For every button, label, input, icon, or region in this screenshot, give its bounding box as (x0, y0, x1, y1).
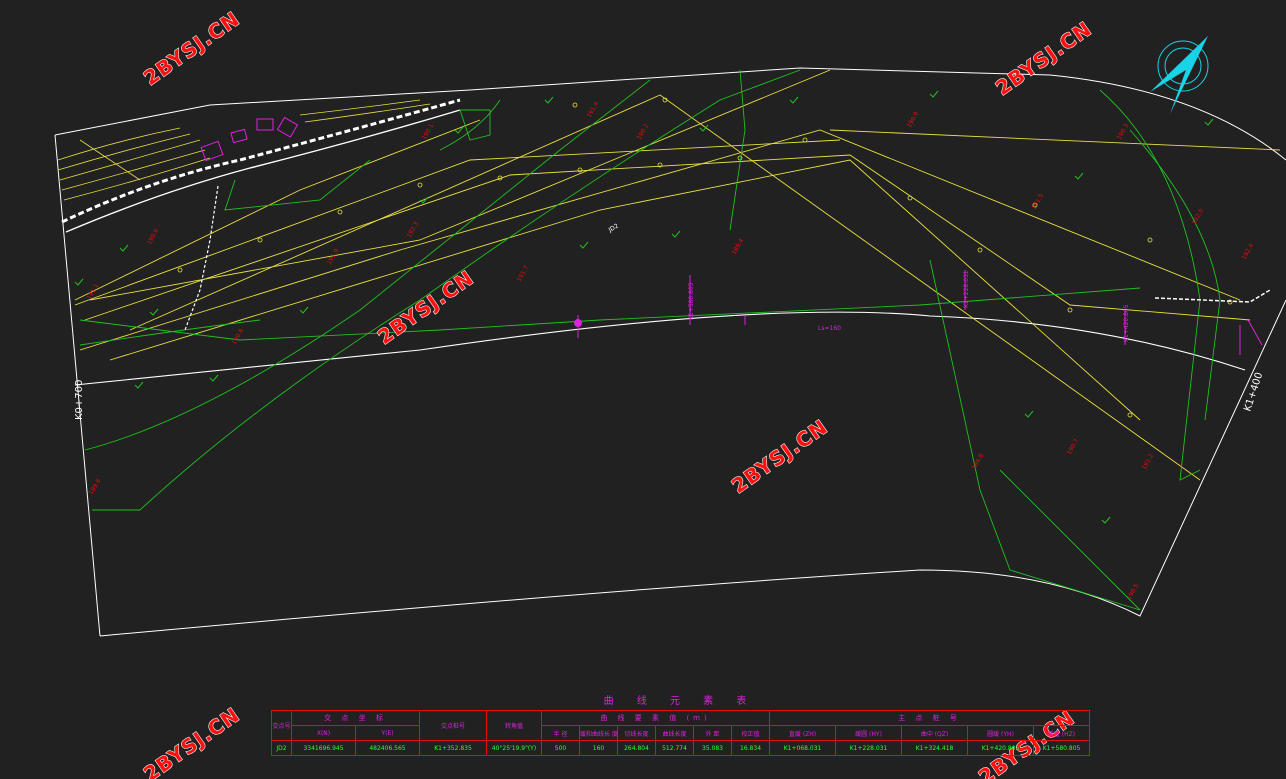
elevation-mark: 191.4 (586, 100, 601, 119)
elevation-mark: 192.0 (1191, 207, 1206, 226)
existing-road-edge (61, 98, 461, 224)
elevation-mark: 189.6 (88, 477, 103, 496)
terrain-lines (79, 69, 1221, 611)
th-correction: 校正值 (730, 725, 771, 741)
th-points: 主 点 桩 号 (769, 710, 1091, 726)
th-y: Y(E) (355, 725, 420, 741)
jd-label: JD2 (607, 222, 620, 234)
elevation-mark: 190.5 (1126, 582, 1141, 601)
td-external: 35.083 (693, 740, 732, 756)
hy-label: K1+228.031 (963, 270, 970, 308)
elevation-mark: 190.7 (1066, 437, 1081, 456)
end-station-label: K1+400 (1242, 371, 1265, 413)
elevation-mark: 190.6 (146, 227, 161, 246)
th-coord: 交 点 坐 标 (291, 710, 420, 726)
table-title: 曲 线 元 素 表 (603, 696, 757, 707)
road-centerline (74, 311, 1246, 386)
watermark-4: 2BYSJ.CN (727, 415, 832, 499)
table-row: JD2 3341696.945 482406.565 K1+352.835 40… (271, 740, 1091, 756)
hz-label: K1+580.805 (688, 282, 695, 320)
elevation-mark: 191.5 (1031, 192, 1046, 211)
elevation-mark: 191.2 (1141, 452, 1156, 471)
td-radius: 500 (541, 740, 580, 756)
watermark-5: 2BYSJ.CN (139, 703, 244, 779)
start-station-label: K0+700 (74, 380, 85, 420)
elevation-mark: 190.8 (231, 327, 246, 346)
building-outlines (200, 116, 299, 162)
curve-table-grid: 交点号 交 点 坐 标 交点桩号 转角值 曲 线 要 素 值 (m) 主 点 桩… (271, 710, 1091, 756)
th-hy: 缓圆 (HY) (835, 725, 903, 741)
elevation-mark: 192.3 (406, 220, 421, 239)
watermark-1: 2BYSJ.CN (139, 7, 244, 91)
th-x: X(N) (291, 725, 356, 741)
th-yh: 圆缓 (YH) (967, 725, 1035, 741)
td-yh: K1+420.805 (967, 740, 1035, 756)
elevation-marks: 190.6191.1190.8192.3191.7190.2189.4190.9… (86, 100, 1256, 601)
existing-road-edge-2 (65, 109, 461, 233)
elevation-mark: 190.9 (906, 110, 921, 129)
elevation-mark: 192.4 (1241, 242, 1256, 261)
th-external: 外 距 (693, 725, 732, 741)
contour-cluster (57, 99, 431, 201)
td-qz: K1+324.418 (901, 740, 969, 756)
survey-lines (74, 69, 1281, 481)
td-x: 3341696.945 (291, 740, 356, 756)
td-curve-len: 512.774 (655, 740, 694, 756)
elevation-mark: 191.7 (516, 264, 531, 283)
watermark-3: 2BYSJ.CN (373, 266, 478, 350)
th-ls: 缓和曲线长 度 (579, 725, 618, 741)
th-hz: 缓直 (HZ) (1033, 725, 1091, 741)
th-elements: 曲 线 要 素 值 (m) (540, 710, 771, 726)
td-zh: K1+068.031 (769, 740, 837, 756)
elevation-mark: 190.2 (636, 122, 651, 141)
th-curve-len: 曲线长度 (655, 725, 694, 741)
elevation-mark: 190.3 (1116, 122, 1131, 141)
th-jd-no: 交点号 (271, 710, 292, 741)
elevation-mark: 191.9 (326, 247, 341, 266)
th-tangent: 切线长度 (617, 725, 656, 741)
curve-element-table: 曲 线 元 素 表 交点号 交 点 坐 标 交点桩号 转角值 曲 线 要 素 值… (271, 694, 1091, 756)
watermark-2: 2BYSJ.CN (991, 17, 1096, 101)
td-jd: JD2 (271, 740, 292, 756)
td-tangent: 264.804 (617, 740, 656, 756)
drawing-canvas: K1+580.805 K1+228.031 K1+420.805 Ls=160 … (54, 6, 1286, 779)
td-y: 482406.565 (355, 740, 420, 756)
th-radius: 半 径 (541, 725, 580, 741)
vegetation-marks (74, 90, 1214, 524)
yh-label: K1+420.805 (1123, 304, 1130, 342)
td-correction: 16.834 (730, 740, 771, 756)
survey-boundary (54, 67, 1286, 637)
th-station: 交点桩号 (419, 710, 487, 741)
ls-label: Ls=160 (818, 325, 841, 332)
th-zh: 直缓 (ZH) (769, 725, 837, 741)
white-edge-right (1154, 289, 1271, 303)
td-hy: K1+228.031 (835, 740, 903, 756)
table-header-row: 交点号 交 点 坐 标 交点桩号 转角值 曲 线 要 素 值 (m) 主 点 桩… (271, 710, 1091, 741)
table-subheader-row: X(N) Y(E) 半 径 缓和曲线长 度 切线长度 曲线长度 外 距 校正值 … (272, 725, 1091, 741)
td-hz: K1+580.805 (1033, 740, 1091, 756)
td-station: K1+352.835 (419, 740, 487, 756)
td-deflection: 40°25'19.9"(Y) (486, 740, 542, 756)
th-deflection: 转角值 (486, 710, 542, 741)
elevation-mark: 189.4 (731, 237, 746, 256)
th-qz: 曲中 (QZ) (901, 725, 969, 741)
td-ls: 160 (579, 740, 618, 756)
